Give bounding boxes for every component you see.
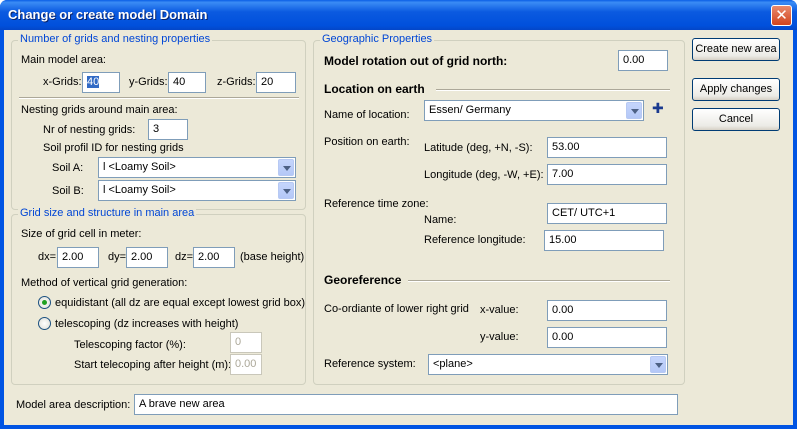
window-title: Change or create model Domain [8, 7, 208, 22]
ygrids-label: y-Grids: [129, 76, 168, 88]
coord-label: Co-ordiante of lower right grid [324, 303, 469, 315]
xvalue-input[interactable]: 0.00 [547, 300, 667, 321]
xgrids-input[interactable]: 40 [82, 72, 120, 93]
dy-label: dy= [108, 251, 127, 263]
chevron-down-icon[interactable] [650, 356, 666, 373]
divider [19, 97, 299, 99]
dz-input[interactable]: 2.00 [193, 247, 235, 268]
start-tele-label: Start telecoping after height (m): [74, 359, 232, 371]
nr-nesting-label: Nr of nesting grids: [43, 124, 136, 136]
add-location-icon[interactable]: ✚ [652, 101, 664, 117]
description-input[interactable]: A brave new area [134, 394, 678, 415]
latitude-label: Latitude (deg, +N, -S): [424, 142, 533, 154]
close-button[interactable]: ✕ [771, 5, 792, 26]
location-heading: Location on earth [324, 82, 425, 96]
yvalue-label: y-value: [480, 331, 519, 343]
group-title: Grid size and structure in main area [18, 207, 197, 219]
longitude-label: Longitude (deg, -W, +E): [424, 169, 544, 181]
telescoping-radio[interactable] [38, 317, 51, 330]
chevron-down-icon[interactable] [278, 182, 294, 199]
position-label: Position on earth: [324, 136, 410, 148]
dy-input[interactable]: 2.00 [126, 247, 168, 268]
ref-long-label: Reference longitude: [424, 234, 526, 246]
cell-size-label: Size of grid cell in meter: [21, 228, 142, 240]
latitude-input[interactable]: 53.00 [547, 137, 667, 158]
equidistant-radio[interactable] [38, 296, 51, 309]
tz-name-label: Name: [424, 214, 457, 226]
soil-a-label: Soil A: [52, 162, 84, 174]
tele-factor-input[interactable]: 0 [230, 332, 262, 353]
cancel-button[interactable]: Cancel [692, 108, 780, 131]
soil-b-select[interactable]: l <Loamy Soil> [98, 180, 296, 201]
dialog-client-area: Number of grids and nesting properties M… [4, 30, 793, 425]
ref-long-input[interactable]: 15.00 [544, 230, 664, 251]
xvalue-label: x-value: [480, 304, 519, 316]
ref-system-label: Reference system: [324, 358, 416, 370]
main-area-label: Main model area: [21, 54, 106, 66]
group-title: Geographic Properties [320, 33, 435, 45]
soil-b-label: Soil B: [52, 185, 84, 197]
ref-time-label: Reference time zone: [324, 198, 429, 210]
telescoping-label[interactable]: telescoping (dz increases with height) [55, 318, 238, 330]
yvalue-input[interactable]: 0.00 [547, 327, 667, 348]
description-label: Model area description: [16, 399, 131, 411]
nr-nesting-input[interactable]: 3 [148, 119, 188, 140]
longitude-input[interactable]: 7.00 [547, 164, 667, 185]
rotation-input[interactable]: 0.00 [618, 50, 668, 71]
dx-label: dx= [38, 251, 57, 263]
start-tele-input[interactable]: 0.00 [230, 354, 262, 375]
apply-changes-button[interactable]: Apply changes [692, 78, 780, 101]
georef-heading: Georeference [324, 273, 402, 287]
chevron-down-icon[interactable] [626, 102, 642, 119]
method-label: Method of vertical grid generation: [21, 277, 188, 289]
nesting-label: Nesting grids around main area: [21, 104, 178, 116]
divider [436, 89, 670, 91]
name-location-label: Name of location: [324, 109, 410, 121]
soil-a-select[interactable]: l <Loamy Soil> [98, 157, 296, 178]
zgrids-label: z-Grids: [217, 76, 256, 88]
chevron-down-icon[interactable] [278, 159, 294, 176]
tz-name-input[interactable]: CET/ UTC+1 [547, 203, 667, 224]
base-height-label: (base height) [240, 251, 305, 263]
zgrids-input[interactable]: 20 [256, 72, 296, 93]
title-bar[interactable]: Change or create model Domain ✕ [0, 0, 797, 30]
location-select[interactable]: Essen/ Germany [424, 100, 644, 121]
rotation-label: Model rotation out of grid north: [324, 54, 508, 68]
equidistant-label[interactable]: equidistant (all dz are equal except low… [55, 297, 305, 309]
group-title: Number of grids and nesting properties [18, 33, 213, 45]
tele-factor-label: Telescoping factor (%): [74, 339, 186, 351]
ygrids-input[interactable]: 40 [168, 72, 206, 93]
ref-system-select[interactable]: <plane> [428, 354, 668, 375]
create-new-area-button[interactable]: Create new area [692, 38, 780, 61]
xgrids-label: x-Grids: [43, 76, 82, 88]
dz-label: dz= [175, 251, 194, 263]
divider [408, 280, 670, 282]
dx-input[interactable]: 2.00 [57, 247, 99, 268]
dialog-window: Change or create model Domain ✕ Number o… [0, 0, 797, 429]
soil-profil-label: Soil profil ID for nesting grids [43, 142, 184, 154]
